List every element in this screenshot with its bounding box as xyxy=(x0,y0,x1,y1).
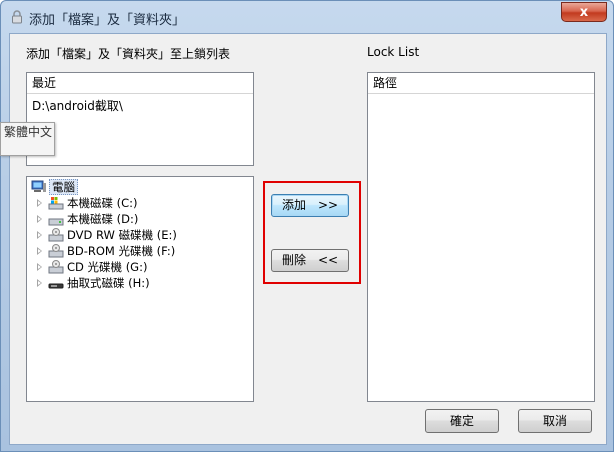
hard-drive-icon xyxy=(48,218,64,226)
computer-icon xyxy=(31,180,46,192)
expand-arrow-icon[interactable] xyxy=(37,263,42,271)
system-drive-icon xyxy=(48,197,64,210)
right-heading: Lock List xyxy=(367,45,420,59)
lock-list-panel[interactable]: 路徑 xyxy=(367,72,595,402)
drive-label: 抽取式磁碟 (H:) xyxy=(67,276,150,290)
drive-label: DVD RW 磁碟機 (E:) xyxy=(67,228,177,242)
drive-label: 本機磁碟 (C:) xyxy=(67,196,138,210)
removable-drive-icon xyxy=(48,283,64,289)
tree-root-label: 電腦 xyxy=(49,179,78,195)
dialog-window: 添加「檔案」及「資料夾」 x 添加「檔案」及「資料夾」至上鎖列表 Lock Li… xyxy=(0,0,614,452)
ok-button[interactable]: 確定 xyxy=(425,409,499,433)
dvd-drive-icon xyxy=(48,228,64,242)
drive-label: CD 光碟機 (G:) xyxy=(67,260,148,274)
language-tooltip: 繁體中文 xyxy=(0,122,55,156)
drive-label: BD-ROM 光碟機 (F:) xyxy=(67,244,176,258)
cd-drive-icon xyxy=(48,260,64,274)
recent-panel: 最近 D:\android截取\ xyxy=(26,72,254,166)
cancel-button[interactable]: 取消 xyxy=(518,409,592,433)
recent-header: 最近 xyxy=(27,73,253,94)
tree-item-drive-e[interactable]: DVD RW 磁碟機 (E:) xyxy=(27,227,247,243)
tree-item-drive-g[interactable]: CD 光碟機 (G:) xyxy=(27,259,247,275)
folder-tree-panel[interactable]: 電腦 本機磁碟 (C:) 本機磁碟 (D:) DVD RW 磁碟機 (E:) B… xyxy=(26,176,254,402)
bd-drive-icon xyxy=(48,244,64,258)
close-button[interactable]: x xyxy=(561,2,607,22)
expand-arrow-icon[interactable] xyxy=(37,199,42,207)
tree-item-computer[interactable]: 電腦 xyxy=(31,179,101,195)
tree-item-drive-d[interactable]: 本機磁碟 (D:) xyxy=(27,211,247,227)
drive-label: 本機磁碟 (D:) xyxy=(67,212,139,226)
expand-arrow-icon[interactable] xyxy=(37,247,42,255)
expand-arrow-icon[interactable] xyxy=(37,231,42,239)
expand-arrow-icon[interactable] xyxy=(37,279,42,287)
dialog-body: 添加「檔案」及「資料夾」至上鎖列表 Lock List 最近 D:\androi… xyxy=(9,33,607,445)
tree-item-drive-f[interactable]: BD-ROM 光碟機 (F:) xyxy=(27,243,247,259)
window-title: 添加「檔案」及「資料夾」 xyxy=(29,13,186,28)
add-button[interactable]: 添加 >> xyxy=(271,194,349,217)
lock-list-header: 路徑 xyxy=(368,73,594,94)
left-heading: 添加「檔案」及「資料夾」至上鎖列表 xyxy=(26,47,231,61)
tree-item-drive-c[interactable]: 本機磁碟 (C:) xyxy=(27,195,247,211)
title-bar[interactable]: 添加「檔案」及「資料夾」 x xyxy=(1,1,613,33)
recent-item[interactable]: D:\android截取\ xyxy=(27,94,253,117)
remove-button[interactable]: 刪除 << xyxy=(271,249,349,272)
tree-item-drive-h[interactable]: 抽取式磁碟 (H:) xyxy=(27,275,247,291)
lock-icon xyxy=(12,10,22,24)
expand-arrow-icon[interactable] xyxy=(37,215,42,223)
